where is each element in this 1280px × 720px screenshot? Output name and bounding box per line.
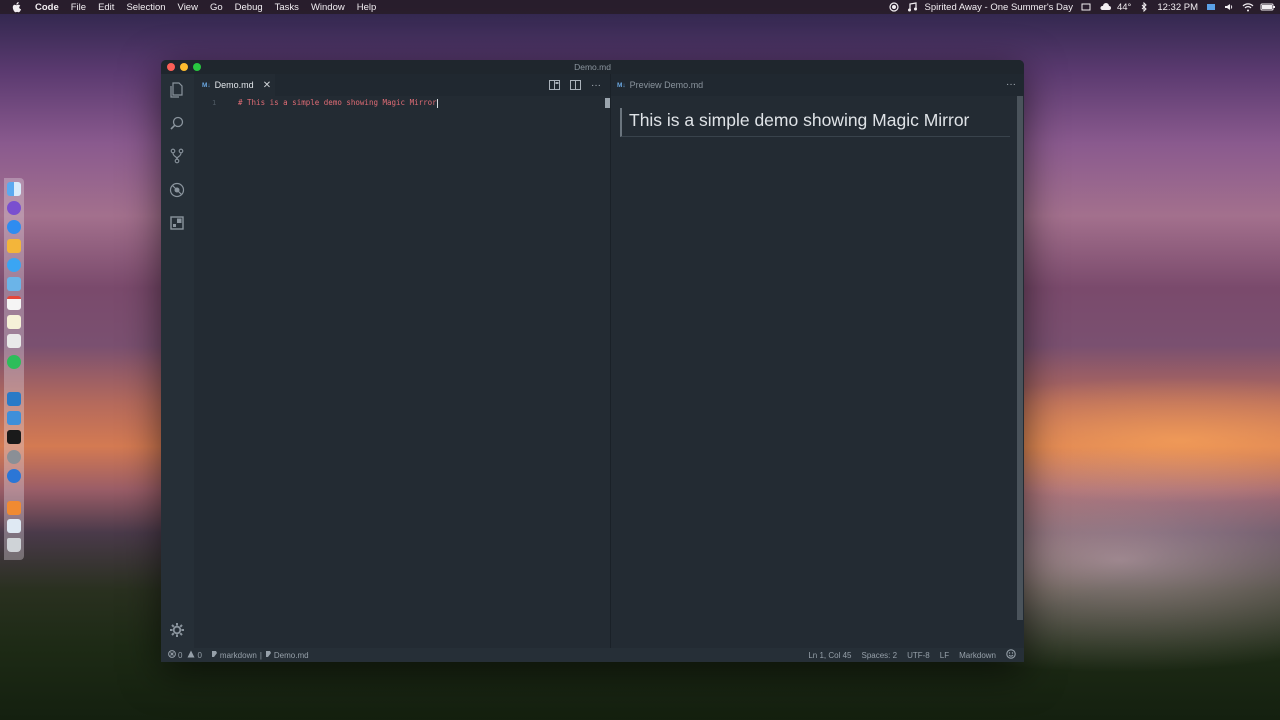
menu-view[interactable]: View [178,2,198,13]
tab-preview-demo-md[interactable]: M↓ Preview Demo.md [611,74,719,96]
notes-icon[interactable] [7,315,21,329]
menu-go[interactable]: Go [210,2,223,13]
apple-icon[interactable] [11,1,23,13]
tab-label: Demo.md [214,80,254,90]
menu-selection[interactable]: Selection [126,2,165,13]
wifi-icon[interactable] [1242,2,1254,12]
indentation[interactable]: Spaces: 2 [862,651,898,660]
language-mode-left[interactable]: markdown [211,650,257,660]
language-mode-left-label: markdown [219,650,257,660]
music-icon[interactable] [907,2,917,12]
code-editor[interactable]: 1 # This is a simple demo showing Magic … [194,96,610,648]
vscode-window: Demo.md M↓ Demo.md ✕ ··· 1 # This is a s… [161,60,1024,662]
menu-tasks[interactable]: Tasks [275,2,299,13]
code-line-text: # This is a simple demo showing Magic Mi… [238,98,437,107]
file-name-indicator[interactable]: Demo.md [265,650,309,660]
system-preferences-icon[interactable] [7,450,21,464]
document-icon[interactable] [7,334,21,348]
preview-scrollbar[interactable] [1017,96,1023,620]
editor-actions: ··· [548,79,602,91]
close-tab-icon[interactable]: ✕ [263,80,271,91]
markdown-preview-icon: M↓ [617,81,626,89]
cursor-position[interactable]: Ln 1, Col 45 [808,651,851,660]
warning-count: 0 [197,650,202,660]
messages-icon[interactable] [7,258,21,272]
status-separator: | [259,650,262,660]
source-control-icon[interactable] [169,148,185,164]
menu-debug[interactable]: Debug [235,2,263,13]
calendar-icon[interactable] [7,296,21,310]
preview-heading: This is a simple demo showing Magic Mirr… [620,108,1010,137]
weather-icon[interactable] [1099,2,1111,12]
menu-file[interactable]: File [71,2,86,13]
app-store-icon[interactable] [7,220,21,234]
preview-more-actions-icon[interactable]: ··· [1006,79,1016,90]
feedback-smiley-icon[interactable] [1006,649,1016,661]
explorer-icon[interactable] [169,82,185,98]
volume-icon[interactable] [1224,2,1234,12]
spotify-icon[interactable] [7,355,21,369]
file-name-label: Demo.md [273,650,309,660]
clock-text[interactable]: 12:32 PM [1157,2,1198,13]
menu-app-name[interactable]: Code [35,2,59,13]
editor-tab-bar: M↓ Demo.md ✕ ··· [194,74,610,96]
minimize-window-button[interactable] [180,63,188,71]
warning-icon [187,650,195,660]
app-icon-16[interactable] [7,501,21,515]
text-cursor [436,98,438,108]
battery-icon[interactable] [1260,2,1275,12]
trash-icon[interactable] [7,538,21,552]
markdown-preview: This is a simple demo showing Magic Mirr… [611,96,1024,648]
file-icon [265,650,272,660]
maximize-window-button[interactable] [193,63,201,71]
app-icon-4[interactable] [7,239,21,253]
app-icon-6[interactable] [7,277,21,291]
markdown-file-icon: M↓ [202,81,211,89]
menu-help[interactable]: Help [357,2,377,13]
extensions-icon[interactable] [169,215,185,231]
flag-icon[interactable] [1206,2,1216,12]
window-title: Demo.md [574,62,611,72]
close-window-button[interactable] [167,63,175,71]
preview-tab-bar: M↓ Preview Demo.md ··· [611,74,1024,96]
code-line-1[interactable]: # This is a simple demo showing Magic Mi… [238,98,438,108]
finder-icon[interactable] [7,182,21,196]
display-icon[interactable] [1081,2,1091,12]
tab-demo-md[interactable]: M↓ Demo.md ✕ [194,74,275,96]
activity-bar [161,74,194,648]
error-icon [168,650,176,660]
preview-tab-label: Preview Demo.md [629,80,704,90]
terminal-icon[interactable] [7,430,21,444]
problems-indicator[interactable]: 0 0 [168,650,202,660]
window-titlebar: Demo.md [161,60,1024,74]
search-icon[interactable] [169,115,185,131]
xcode-icon[interactable] [7,411,21,425]
weather-temp[interactable]: 44° [1117,2,1131,13]
record-icon[interactable] [888,2,899,12]
language-mode[interactable]: Markdown [959,651,996,660]
folder-icon[interactable] [7,519,21,533]
now-playing-text[interactable]: Spirited Away - One Summer's Day [925,2,1073,13]
settings-gear-icon[interactable] [169,622,185,638]
encoding[interactable]: UTF-8 [907,651,930,660]
line-number: 1 [212,99,217,107]
dock [4,178,24,560]
split-editor-icon[interactable] [569,79,581,91]
debug-icon[interactable] [169,182,185,198]
error-count: 0 [178,650,183,660]
menu-bar: Code File Edit Selection View Go Debug T… [0,0,1280,14]
browser-icon[interactable] [7,469,21,483]
end-of-line[interactable]: LF [940,651,949,660]
bluetooth-icon[interactable] [1139,1,1149,13]
launchpad-icon[interactable] [7,201,21,215]
vscode-icon[interactable] [7,392,21,406]
menu-edit[interactable]: Edit [98,2,114,13]
open-preview-to-side-icon[interactable] [548,79,560,91]
markdown-lint-icon [211,650,218,660]
more-actions-icon[interactable]: ··· [590,79,602,91]
menu-window[interactable]: Window [311,2,345,13]
status-bar: 0 0 markdown | Demo.md Ln 1, Col 45 Spac… [161,648,1024,662]
editor-area: M↓ Demo.md ✕ ··· 1 # This is a simple de… [194,74,1024,648]
